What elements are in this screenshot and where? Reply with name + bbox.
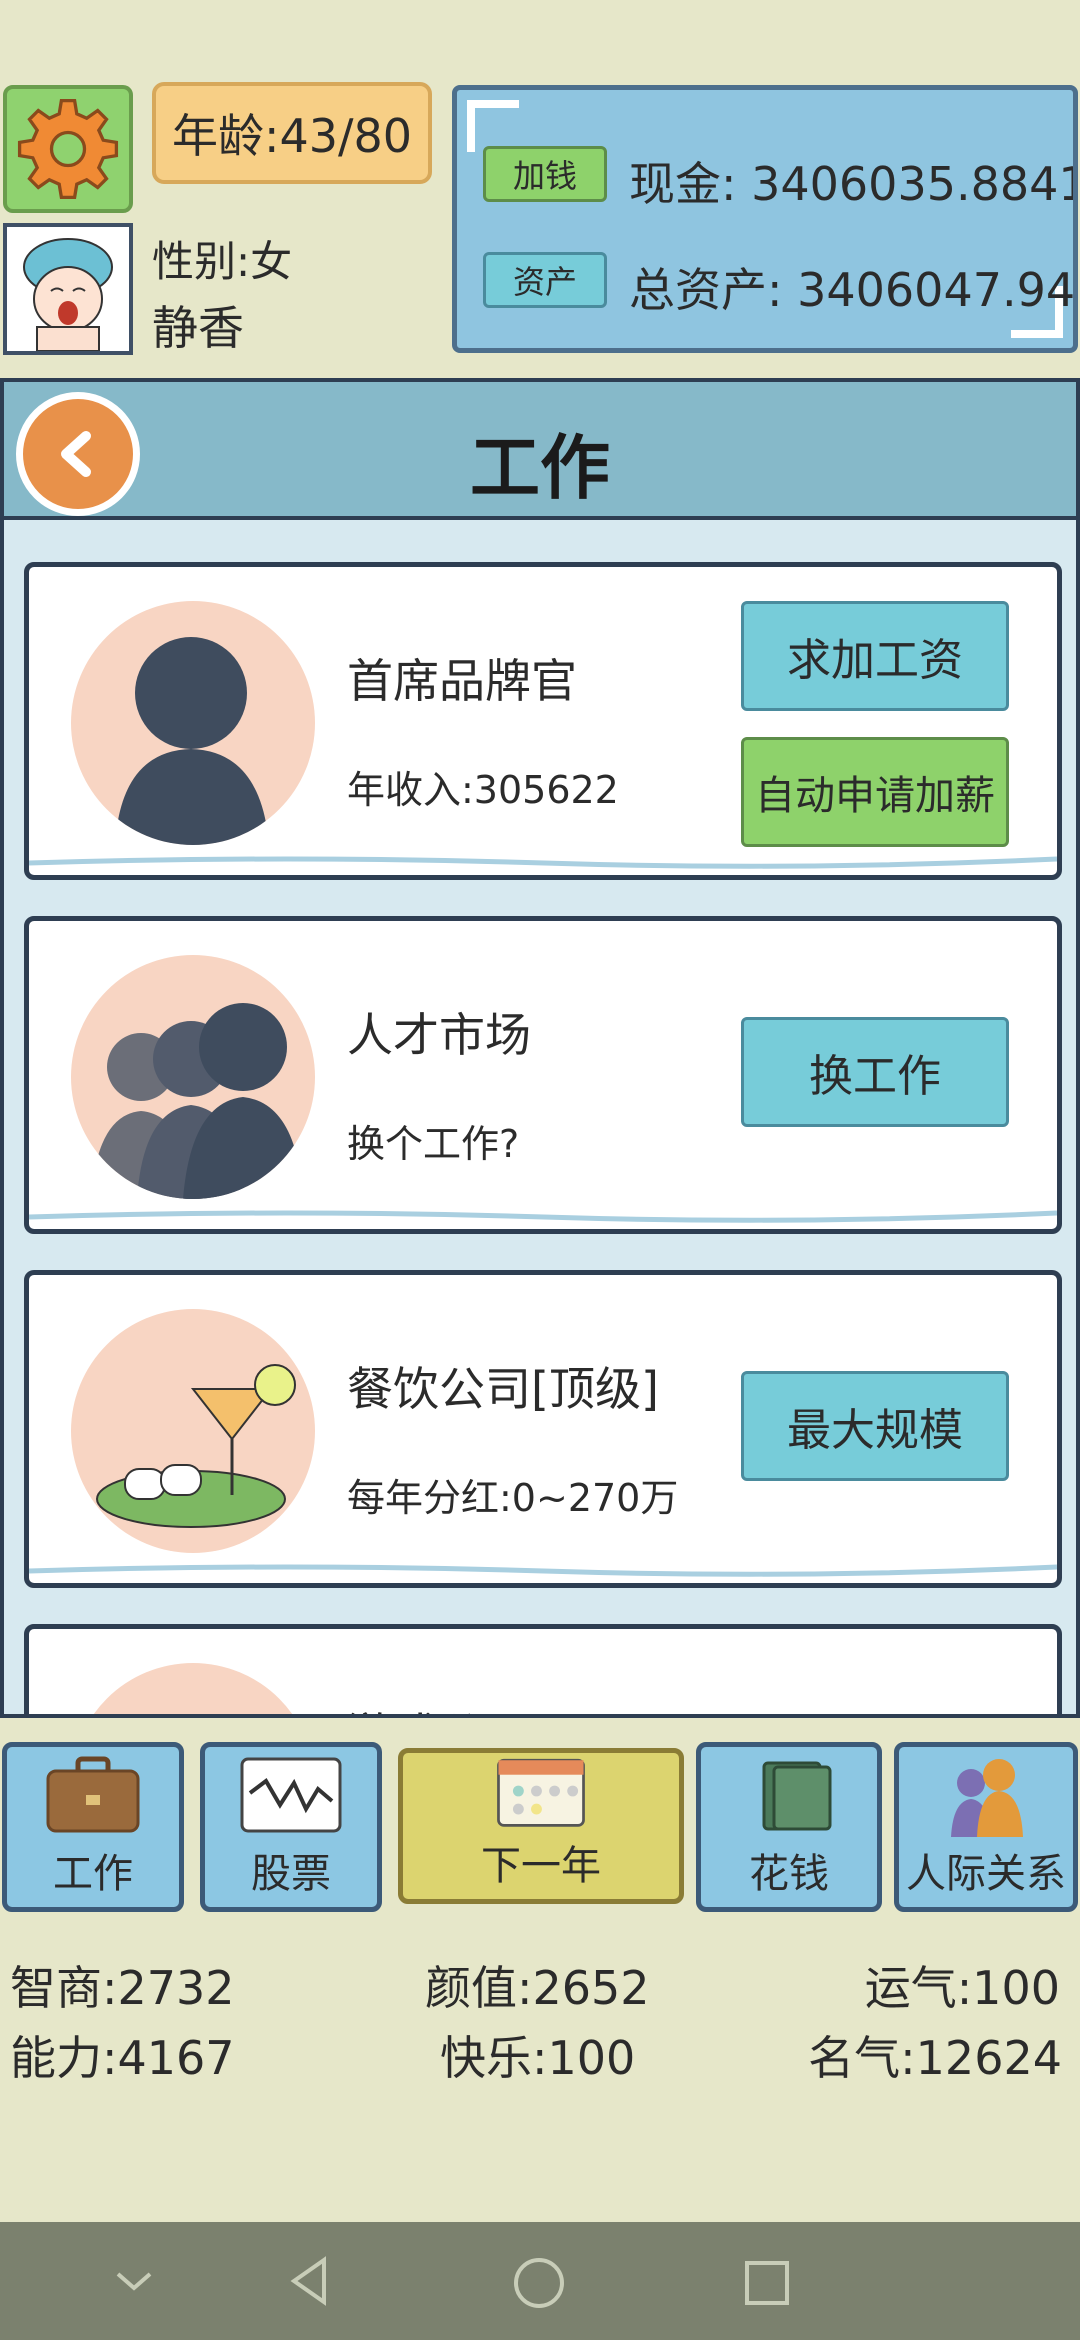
annual-income: 年收入:305622: [347, 768, 619, 812]
crowd-silhouette-icon: [91, 1003, 303, 1199]
job-market-subtitle: 换个工作?: [347, 1122, 520, 1166]
auto-raise-button[interactable]: 自动申请加薪: [741, 737, 1009, 847]
nav-spend-button[interactable]: 花钱: [696, 1742, 882, 1912]
money-stack-icon: [762, 1761, 832, 1831]
money-panel: 加钱 现金: 3406035.8841亿 资产 总资产: 3406047.942…: [452, 85, 1078, 353]
restaurant-image: [71, 1309, 315, 1553]
nav-next-year-button[interactable]: 下一年: [398, 1748, 684, 1904]
settings-button[interactable]: [3, 85, 133, 213]
child-avatar-icon: [23, 238, 113, 352]
restaurant-card: 餐饮公司[顶级] 每年分红:0~270万 最大规模: [24, 1270, 1062, 1588]
company-title: 游戏公司: [347, 1699, 531, 1714]
system-nav-bar: [0, 2222, 1080, 2340]
stat-ability: 能力:4167: [10, 2031, 235, 2085]
max-scale-button[interactable]: 最大规模: [741, 1371, 1009, 1481]
wave-decoration: [29, 1210, 1057, 1223]
change-job-button[interactable]: 换工作: [741, 1017, 1009, 1127]
job-title: 首席品牌官: [347, 654, 577, 708]
company-dividend: 每年分红:0~270万: [347, 1476, 679, 1520]
back-triangle-icon[interactable]: [284, 2254, 334, 2308]
request-raise-button[interactable]: 求加工资: [741, 601, 1009, 711]
player-name: 静香: [152, 301, 244, 355]
stock-chart-icon: [240, 1757, 342, 1833]
avatar[interactable]: [3, 223, 133, 355]
nav-work-label: 工作: [53, 1851, 133, 1897]
work-panel: 工作 首席品牌官 年收入:305622 求加工资 自动申请加薪 人才市场 换个工…: [0, 378, 1080, 1718]
company-image: [71, 1663, 315, 1714]
gear-icon: [17, 98, 119, 200]
chevron-down-icon[interactable]: [110, 2260, 158, 2300]
calendar-icon: [497, 1758, 585, 1827]
nav-work-button[interactable]: 工作: [2, 1742, 184, 1912]
nav-stocks-button[interactable]: 股票: [200, 1742, 382, 1912]
job-card: 首席品牌官 年收入:305622 求加工资 自动申请加薪: [24, 562, 1062, 880]
briefcase-icon: [46, 1756, 140, 1833]
cocktail-sushi-icon: [96, 1364, 296, 1528]
page-title: 工作: [470, 427, 610, 509]
cash-value: 现金: 3406035.8841亿: [629, 157, 1073, 211]
job-market-image: [71, 955, 315, 1199]
job-image: [71, 601, 315, 845]
stat-happiness: 快乐:100: [440, 2031, 636, 2085]
stat-iq: 智商:2732: [10, 1961, 235, 2015]
nav-spend-label: 花钱: [749, 1851, 829, 1897]
total-assets-value: 总资产: 3406047.9424: [629, 263, 1076, 317]
wave-decoration: [29, 1564, 1057, 1577]
people-icon: [951, 1759, 1023, 1837]
recents-square-icon[interactable]: [742, 2258, 792, 2308]
nav-stocks-label: 股票: [251, 1851, 331, 1897]
stat-looks: 颜值:2652: [425, 1961, 650, 2015]
assets-button[interactable]: 资产: [483, 252, 607, 308]
nav-relationships-label: 人际关系: [906, 1851, 1066, 1897]
nav-relationships-button[interactable]: 人际关系: [894, 1742, 1078, 1912]
job-market-card: 人才市场 换个工作? 换工作: [24, 916, 1062, 1234]
add-money-button[interactable]: 加钱: [483, 146, 607, 202]
age-display: 年龄:43/80: [152, 82, 432, 184]
panel-corner-decoration: [467, 100, 519, 152]
home-circle-icon[interactable]: [512, 2256, 566, 2310]
company-card: 游戏公司: [24, 1624, 1062, 1714]
stat-luck: 运气:100: [864, 1961, 1060, 2015]
stat-fame: 名气:12624: [808, 2031, 1062, 2085]
job-market-title: 人才市场: [347, 1008, 531, 1062]
person-silhouette-icon: [115, 637, 269, 845]
gender-label: 性别:女: [152, 237, 293, 286]
nav-next-year-label: 下一年: [481, 1843, 601, 1889]
wave-decoration: [29, 856, 1057, 869]
company-title: 餐饮公司[顶级]: [347, 1362, 659, 1416]
panel-header: 工作: [4, 382, 1076, 520]
